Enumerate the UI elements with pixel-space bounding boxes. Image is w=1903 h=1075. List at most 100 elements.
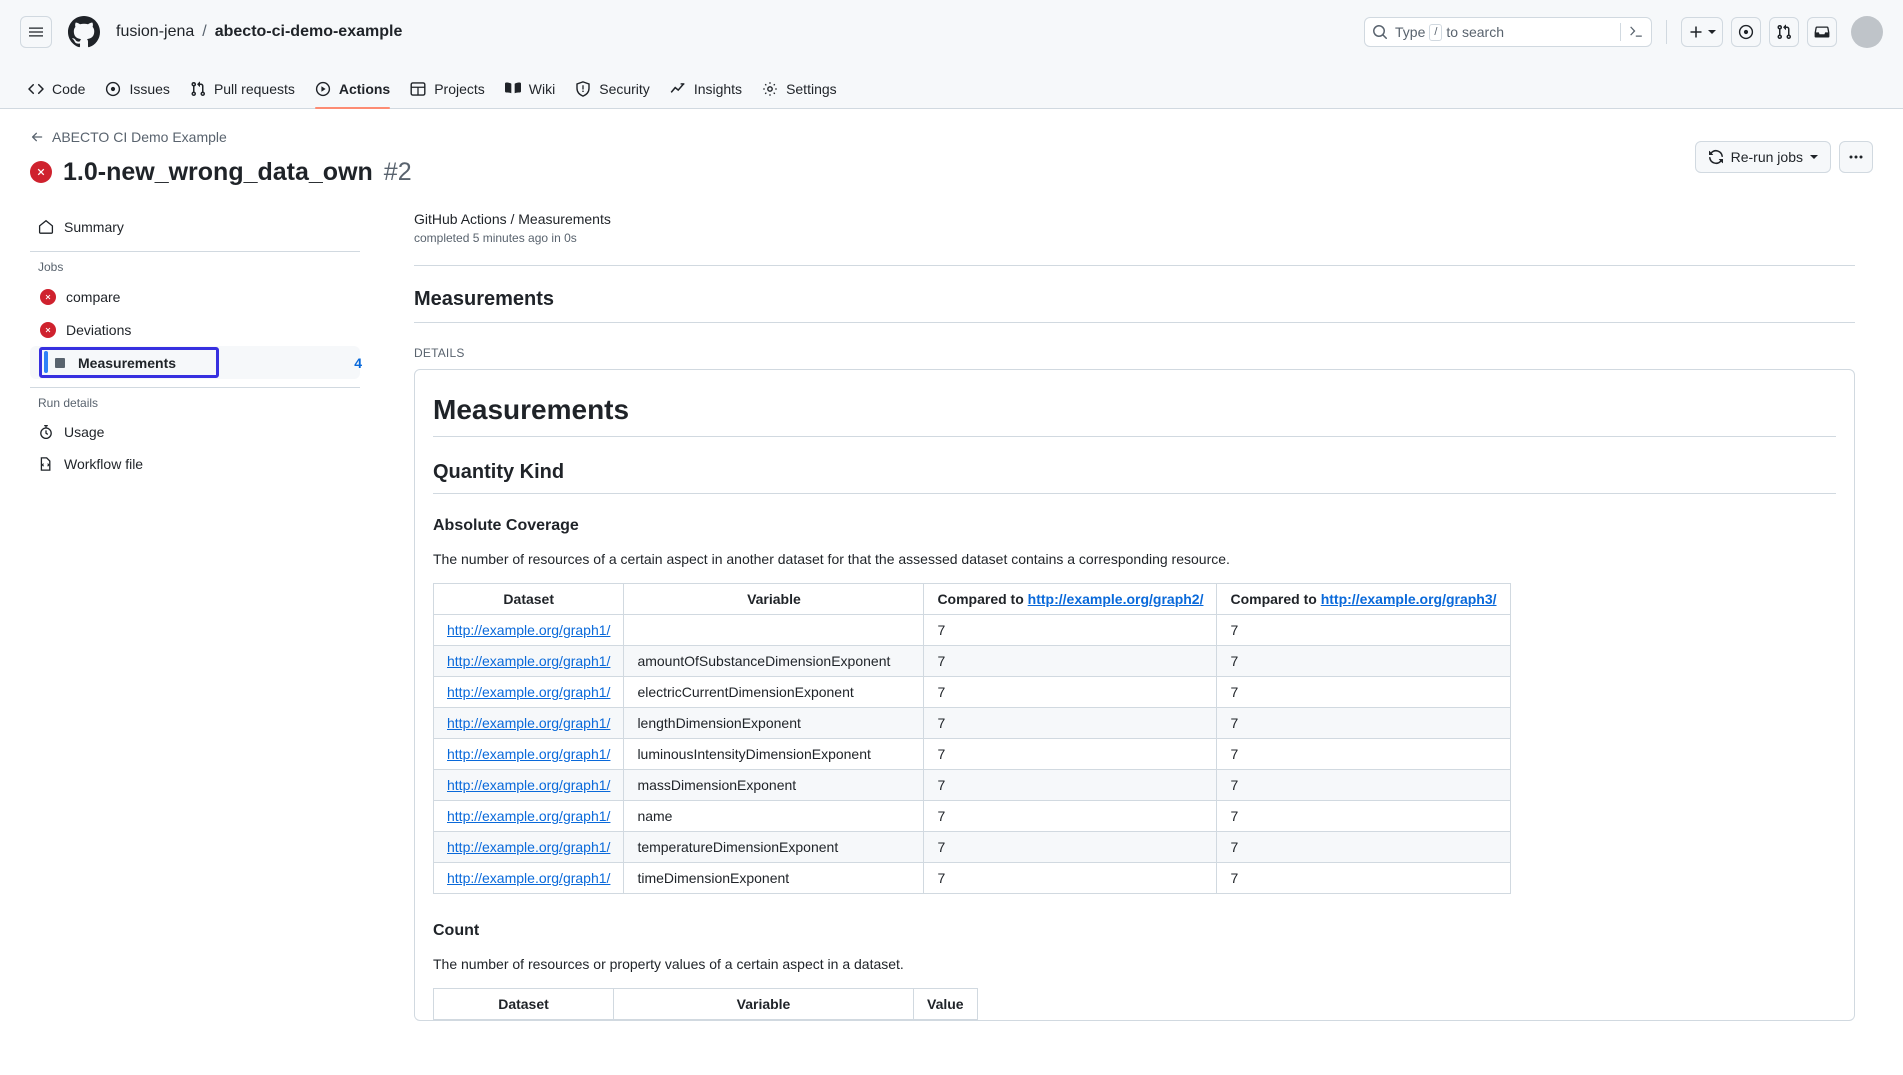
nav-tab-insights[interactable]: Insights <box>662 81 750 108</box>
table-header-row: Dataset Variable Value <box>433 988 978 1020</box>
nav-tab-label: Settings <box>786 81 837 97</box>
sidebar-item-usage[interactable]: Usage <box>30 416 360 448</box>
cell-dataset: http://example.org/graph1/ <box>432 769 625 801</box>
cell-variable: luminousIntensityDimensionExponent <box>623 738 925 770</box>
sidebar-job-compare[interactable]: compare <box>30 280 360 313</box>
table-body: http://example.org/graph1/ 7 7 http://ex… <box>432 614 1511 894</box>
breadcrumb-repo[interactable]: abecto-ci-demo-example <box>215 23 403 41</box>
cell-graph3: 7 <box>1216 800 1511 832</box>
arrow-left-icon <box>31 132 43 142</box>
cell-variable: electricCurrentDimensionExponent <box>623 676 925 708</box>
sidebar-job-deviations[interactable]: Deviations <box>30 313 360 346</box>
breadcrumb-owner[interactable]: fusion-jena <box>116 23 194 41</box>
back-to-workflow-link[interactable]: ABECTO CI Demo Example <box>30 129 227 145</box>
nav-tab-actions[interactable]: Actions <box>307 81 398 109</box>
search-placeholder-pre: Type <box>1395 24 1426 40</box>
column-header-value: Value <box>913 988 978 1020</box>
dataset-link[interactable]: http://example.org/graph1/ <box>447 870 610 886</box>
breadcrumb: fusion-jena / abecto-ci-demo-example <box>116 23 402 41</box>
pull-requests-button[interactable] <box>1769 17 1799 47</box>
table-header-row: Dataset Variable Compared to http://exam… <box>432 583 1511 615</box>
sidebar-item-summary[interactable]: Summary <box>30 211 360 243</box>
dataset-link[interactable]: http://example.org/graph1/ <box>447 839 610 855</box>
column-header-compared-graph2: Compared to http://example.org/graph2/ <box>923 583 1218 615</box>
dataset-link[interactable]: http://example.org/graph1/ <box>447 715 610 731</box>
nav-tab-settings[interactable]: Settings <box>754 81 845 108</box>
more-options-button[interactable] <box>1839 141 1873 173</box>
table-row: http://example.org/graph1/ 7 7 <box>432 614 1511 646</box>
search-divider <box>1620 23 1621 41</box>
cell-graph2: 7 <box>923 769 1218 801</box>
issue-opened-icon <box>1738 24 1754 40</box>
run-title-row: 1.0-new_wrong_data_own #2 <box>30 157 1873 187</box>
dataset-link[interactable]: http://example.org/graph1/ <box>447 808 610 824</box>
table-head: Dataset Variable Compared to http://exam… <box>432 583 1511 615</box>
header-vertical-separator <box>1666 20 1667 44</box>
dataset-link[interactable]: http://example.org/graph1/ <box>447 653 610 669</box>
rerun-jobs-button[interactable]: Re-run jobs <box>1694 141 1831 173</box>
cell-graph2: 7 <box>923 707 1218 739</box>
kebab-horizontal-icon <box>1849 155 1863 159</box>
sidebar-job-measurements[interactable]: Measurements 4 <box>30 346 362 379</box>
header-left-group: fusion-jena / abecto-ci-demo-example <box>20 16 402 48</box>
global-header: fusion-jena / abecto-ci-demo-example Typ… <box>0 0 1903 64</box>
graph-icon <box>670 83 685 93</box>
nav-tab-security[interactable]: Security <box>567 81 658 108</box>
back-link-label: ABECTO CI Demo Example <box>52 129 227 145</box>
chevron-down-icon <box>1708 30 1716 34</box>
x-circle-fill-icon <box>40 288 56 305</box>
sidebar-run-details-heading: Run details <box>38 396 99 410</box>
cell-graph2: 7 <box>923 831 1218 863</box>
cell-dataset: http://example.org/graph1/ <box>432 831 625 863</box>
sidebar-item-label: Summary <box>64 219 124 235</box>
column-header-link[interactable]: http://example.org/graph2/ <box>1028 591 1204 607</box>
nav-tab-label: Issues <box>129 81 170 97</box>
breadcrumb-separator: / <box>202 23 207 40</box>
avatar[interactable] <box>1851 16 1883 48</box>
cell-graph3: 7 <box>1216 769 1511 801</box>
cell-graph2: 7 <box>923 676 1218 708</box>
cell-dataset: http://example.org/graph1/ <box>432 738 625 770</box>
column-header-link[interactable]: http://example.org/graph3/ <box>1321 591 1497 607</box>
issue-opened-icon <box>106 81 121 97</box>
search-slash-key: / <box>1429 23 1443 41</box>
terminal-icon[interactable] <box>1628 24 1644 40</box>
run-body: Summary Jobs compare Deviations Measurem… <box>0 187 1903 1021</box>
cell-graph3: 7 <box>1216 862 1511 894</box>
git-pull-request-icon <box>191 81 205 97</box>
github-logo-icon[interactable] <box>68 16 100 48</box>
nav-tab-code[interactable]: Code <box>20 81 93 108</box>
nav-tab-wiki[interactable]: Wiki <box>497 81 563 108</box>
search-input[interactable]: Type / to search <box>1364 17 1652 47</box>
nav-tab-pull-requests[interactable]: Pull requests <box>182 81 303 108</box>
dataset-link[interactable]: http://example.org/graph1/ <box>447 777 610 793</box>
nav-tab-projects[interactable]: Projects <box>402 81 493 108</box>
dataset-link[interactable]: http://example.org/graph1/ <box>447 746 610 762</box>
notifications-button[interactable] <box>1807 17 1837 47</box>
cell-graph3: 7 <box>1216 614 1511 646</box>
issues-button[interactable] <box>1731 17 1761 47</box>
sidebar-item-label: Workflow file <box>64 456 144 472</box>
cell-dataset: http://example.org/graph1/ <box>432 676 625 708</box>
cell-variable: name <box>623 800 925 832</box>
doc-heading-1: Measurements <box>433 394 1836 437</box>
x-circle-fill-icon <box>40 321 56 338</box>
create-new-button[interactable] <box>1681 17 1723 47</box>
dataset-link[interactable]: http://example.org/graph1/ <box>447 684 610 700</box>
table-row: http://example.org/graph1/ electricCurre… <box>432 676 1511 708</box>
sidebar-job-label: compare <box>66 288 121 305</box>
page-title: 1.0-new_wrong_data_own <box>63 158 373 186</box>
repo-nav: Code Issues Pull requests Actions Projec… <box>0 64 1903 109</box>
nav-tab-issues[interactable]: Issues <box>97 81 177 108</box>
sidebar-job-count: 4 <box>354 354 362 371</box>
cell-graph2: 7 <box>923 645 1218 677</box>
sidebar-item-label: Usage <box>64 424 105 440</box>
hamburger-menu-icon[interactable] <box>20 16 52 48</box>
column-header-variable: Variable <box>613 988 914 1020</box>
sidebar-item-workflow-file[interactable]: Workflow file <box>30 448 360 480</box>
job-main: compare <box>30 288 350 305</box>
doc-paragraph: The number of resources of a certain asp… <box>433 551 1230 567</box>
play-icon <box>315 81 330 97</box>
dataset-link[interactable]: http://example.org/graph1/ <box>447 622 610 638</box>
table-icon <box>410 82 426 96</box>
